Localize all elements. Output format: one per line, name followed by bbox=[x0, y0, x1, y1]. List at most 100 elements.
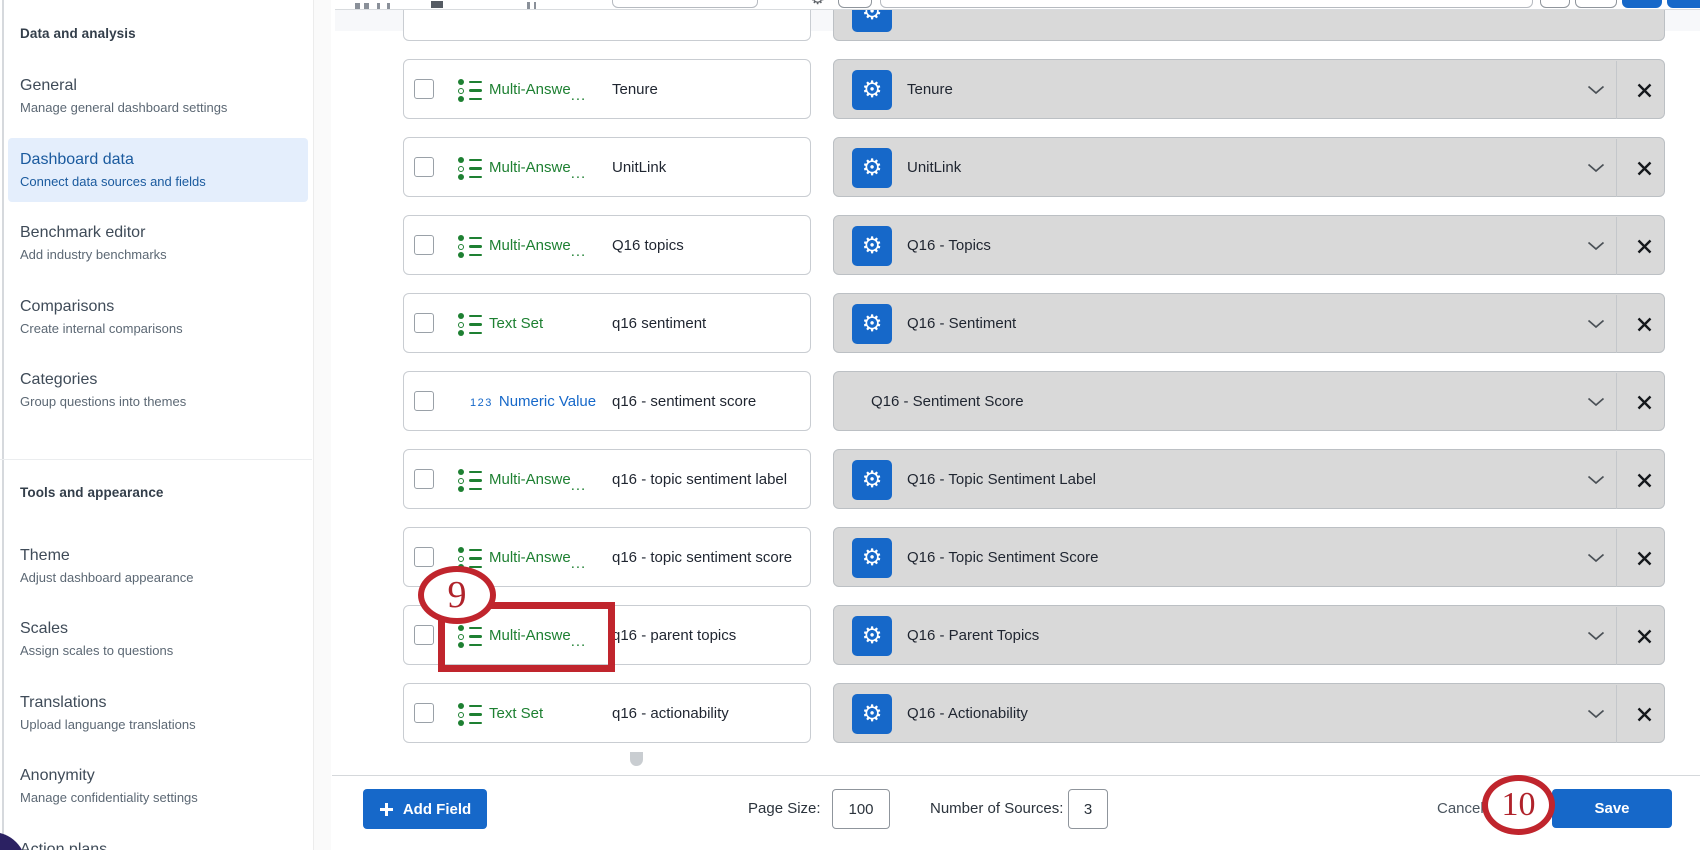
field-checkbox[interactable] bbox=[414, 313, 434, 333]
toolbar-button[interactable] bbox=[1540, 0, 1570, 8]
add-field-button[interactable]: Add Field bbox=[363, 789, 487, 829]
field-checkbox[interactable] bbox=[414, 547, 434, 567]
mapped-field-dropdown-button[interactable] bbox=[1578, 450, 1614, 510]
field-checkbox[interactable] bbox=[414, 625, 434, 645]
remove-field-button[interactable] bbox=[1622, 294, 1666, 354]
field-settings-gear-button[interactable]: ⚙ bbox=[852, 538, 892, 578]
mapped-field-dropdown-button[interactable] bbox=[1578, 216, 1614, 276]
field-settings-gear-button[interactable]: ⚙ bbox=[852, 10, 892, 32]
mapped-field-box[interactable]: Q16 - Sentiment Score bbox=[833, 371, 1665, 431]
sidebar-item-anonymity[interactable]: AnonymityManage confidentiality settings bbox=[8, 754, 308, 818]
gear-icon: ⚙ bbox=[862, 701, 883, 727]
mapped-field-box[interactable]: ⚙Q16 - Topic Sentiment Score bbox=[833, 527, 1665, 587]
mapped-field-box[interactable]: ⚙UnitLink bbox=[833, 137, 1665, 197]
list-icon-dash bbox=[469, 549, 482, 552]
remove-field-button[interactable] bbox=[1622, 138, 1666, 198]
list-icon-dash bbox=[469, 332, 482, 335]
remove-field-button[interactable] bbox=[1622, 372, 1666, 432]
annotation-step10-number: 10 bbox=[1502, 786, 1536, 824]
list-icon-dot bbox=[458, 712, 464, 718]
field-settings-gear-button[interactable]: ⚙ bbox=[852, 148, 892, 188]
list-icon-dash bbox=[469, 245, 482, 248]
field-row: Multi-Answe...Q16 topics⚙Q16 - Topics bbox=[335, 215, 1700, 275]
field-checkbox[interactable] bbox=[414, 391, 434, 411]
list-icon-row bbox=[458, 165, 484, 173]
list-icon-dot bbox=[458, 174, 464, 180]
save-button[interactable]: Save bbox=[1552, 789, 1672, 828]
field-checkbox[interactable] bbox=[414, 469, 434, 489]
mapped-field-dropdown-button[interactable] bbox=[1578, 684, 1614, 744]
mapped-field-box[interactable]: ⚙ Q16 - Topics bbox=[833, 215, 1665, 275]
toolbar-search-input[interactable] bbox=[880, 0, 1533, 8]
toolbar-primary-button[interactable] bbox=[1667, 0, 1700, 8]
toolbar-text-fragment bbox=[387, 3, 390, 9]
mapped-field-name: Q16 - Topic Sentiment Label bbox=[907, 450, 1096, 510]
cancel-button[interactable]: Cancel bbox=[1437, 800, 1484, 817]
toolbar-text-fragment bbox=[534, 2, 536, 9]
remove-field-button[interactable] bbox=[1622, 684, 1666, 744]
remove-field-button[interactable] bbox=[1622, 450, 1666, 510]
list-icon-dash bbox=[469, 705, 482, 708]
field-checkbox[interactable] bbox=[414, 703, 434, 723]
sidebar-item-theme[interactable]: ThemeAdjust dashboard appearance bbox=[8, 534, 308, 598]
remove-field-button[interactable] bbox=[1622, 216, 1666, 276]
list-icon-dash bbox=[469, 479, 482, 482]
remove-field-button[interactable] bbox=[1622, 60, 1666, 120]
mapped-field-box[interactable]: ⚙Tenure bbox=[833, 59, 1665, 119]
sidebar-item-scales[interactable]: ScalesAssign scales to questions bbox=[8, 607, 308, 671]
sidebar-item-benchmark-editor[interactable]: Benchmark editorAdd industry benchmarks bbox=[8, 211, 308, 275]
sidebar-item-comparisons[interactable]: ComparisonsCreate internal comparisons bbox=[8, 285, 308, 349]
mapped-field-box[interactable]: ⚙ Q16 - Topic Sentiment Label bbox=[833, 449, 1665, 509]
toolbar-primary-button[interactable] bbox=[1622, 0, 1662, 8]
field-settings-gear-button[interactable]: ⚙ bbox=[852, 70, 892, 110]
field-settings-gear-button[interactable]: ⚙ bbox=[852, 460, 892, 500]
field-settings-gear-button[interactable]: ⚙ bbox=[852, 616, 892, 656]
sidebar-item-title: Dashboard data bbox=[20, 150, 308, 170]
field-checkbox[interactable] bbox=[414, 79, 434, 99]
mapped-field-dropdown-button[interactable] bbox=[1578, 372, 1614, 432]
field-settings-gear-button[interactable]: ⚙ bbox=[852, 694, 892, 734]
toolbar-icon[interactable] bbox=[431, 1, 443, 8]
field-checkbox[interactable] bbox=[414, 235, 434, 255]
field-type-label: Text Set bbox=[489, 684, 543, 744]
mapped-field-dropdown-button[interactable] bbox=[1578, 606, 1614, 666]
close-icon bbox=[1637, 161, 1652, 176]
field-type-label: Multi-Answe... bbox=[489, 138, 586, 198]
field-row: Text Setq16 sentiment⚙Q16 - Sentiment bbox=[335, 293, 1700, 353]
toolbar-button[interactable] bbox=[838, 0, 872, 8]
field-settings-gear-button[interactable]: ⚙ bbox=[852, 304, 892, 344]
mapped-field-dropdown-button[interactable] bbox=[1578, 294, 1614, 354]
truncation-ellipsis: ... bbox=[571, 456, 587, 516]
mapped-box-separator bbox=[1616, 295, 1617, 353]
mapped-field-box[interactable]: ⚙Q16 - Parent Topics bbox=[833, 605, 1665, 665]
field-card: Multi-Answe...UnitLink bbox=[403, 137, 811, 197]
page-size-input[interactable] bbox=[832, 789, 890, 829]
mapped-field-name: Q16 - Topics bbox=[907, 216, 991, 276]
mapped-field-box[interactable]: ⚙ bbox=[833, 10, 1665, 41]
remove-field-button[interactable] bbox=[1622, 606, 1666, 666]
sidebar-item-dashboard-data[interactable]: Dashboard dataConnect data sources and f… bbox=[8, 138, 308, 202]
sidebar-item-translations[interactable]: TranslationsUpload languange translation… bbox=[8, 681, 308, 745]
sidebar-item-action-plans[interactable]: Action plans bbox=[8, 828, 308, 850]
sidebar-item-subtitle: Group questions into themes bbox=[20, 394, 308, 410]
toolbar-gear-icon[interactable]: ⚙ bbox=[810, 0, 825, 9]
list-icon-dot bbox=[458, 556, 464, 562]
gear-icon: ⚙ bbox=[862, 623, 883, 649]
chevron-down-icon bbox=[1587, 241, 1605, 251]
mapped-field-dropdown-button[interactable] bbox=[1578, 138, 1614, 198]
field-checkbox[interactable] bbox=[414, 157, 434, 177]
remove-field-button[interactable] bbox=[1622, 528, 1666, 588]
sidebar-item-general[interactable]: GeneralManage general dashboard settings bbox=[8, 64, 308, 128]
mapped-field-box[interactable]: ⚙Q16 - Actionability bbox=[833, 683, 1665, 743]
toolbar-input[interactable] bbox=[612, 0, 758, 8]
mapped-field-dropdown-button[interactable] bbox=[1578, 528, 1614, 588]
mapped-field-box[interactable]: ⚙Q16 - Sentiment bbox=[833, 293, 1665, 353]
sidebar-item-categories[interactable]: CategoriesGroup questions into themes bbox=[8, 358, 308, 422]
sources-input[interactable] bbox=[1068, 789, 1108, 829]
field-type-label: Text Set bbox=[489, 294, 543, 354]
mapped-field-dropdown-button[interactable] bbox=[1578, 60, 1614, 120]
list-icon-row bbox=[458, 243, 484, 251]
toolbar-button[interactable] bbox=[1575, 0, 1617, 8]
field-settings-gear-button[interactable]: ⚙ bbox=[852, 226, 892, 266]
sidebar-scrollbar-track[interactable] bbox=[313, 0, 331, 850]
